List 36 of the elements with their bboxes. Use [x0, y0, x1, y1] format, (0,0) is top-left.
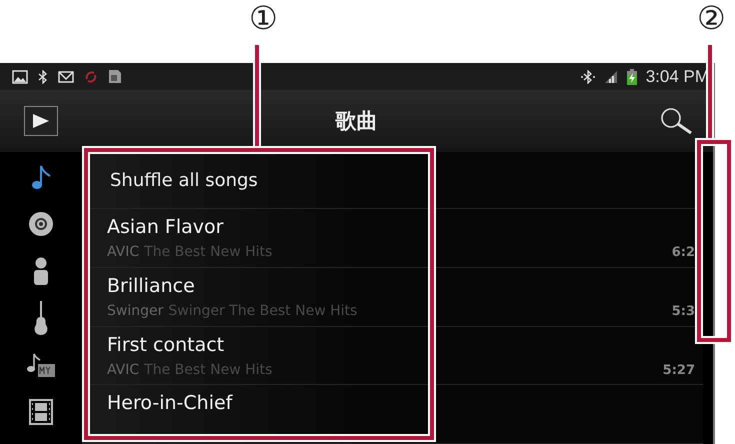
play-icon [32, 113, 50, 129]
song-title: Brilliance [107, 275, 196, 298]
music-note-icon [31, 164, 51, 190]
song-duration: 5:3 [672, 304, 695, 320]
song-item[interactable]: Brilliance Swinger Swinger The Best New Hits 5:3 [82, 268, 703, 327]
song-artist: AVIC [107, 244, 140, 260]
song-album: Swinger The Best New Hits [168, 303, 358, 320]
film-strip-icon [29, 399, 53, 425]
sync-icon [84, 70, 98, 84]
signal-icon [604, 70, 618, 84]
my-music-icon [26, 352, 56, 378]
song-title: First contact [107, 334, 226, 356]
song-artist: Swinger [107, 303, 164, 320]
now-playing-button[interactable] [24, 106, 58, 136]
bluetooth-icon [38, 70, 48, 84]
guitar-icon [33, 301, 49, 335]
picture-icon [12, 70, 28, 84]
song-duration: 5:27 [662, 362, 695, 378]
search-button[interactable] [659, 107, 693, 135]
fast-scroll-track[interactable] [703, 152, 713, 444]
callout-number: ② [697, 2, 726, 34]
mail-icon [58, 70, 74, 82]
list-item[interactable]: Shuffle all songs [82, 152, 703, 210]
disc-icon [28, 211, 54, 237]
bluetooth-icon [580, 70, 595, 84]
song-title: Asian Flavor [107, 216, 224, 238]
song-item[interactable]: Hero-in-Chief [82, 385, 703, 444]
sd-card-icon [108, 69, 122, 84]
search-icon [659, 107, 693, 135]
song-artist: AVIC [107, 362, 140, 378]
person-icon [32, 257, 50, 285]
song-title: Hero-in-Chief [107, 392, 234, 414]
song-duration: 6:2 [672, 245, 695, 260]
callout-number: ① [249, 2, 278, 34]
screen-title: 歌曲 [336, 108, 378, 135]
battery-charging-icon [626, 68, 637, 84]
